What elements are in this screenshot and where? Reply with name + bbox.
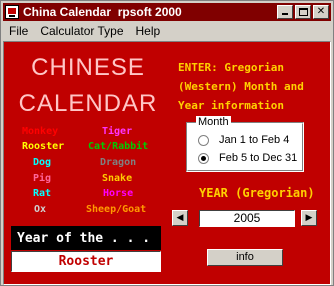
enter-instructions: ENTER: Gregorian (Western) Month and Yea… — [178, 61, 304, 112]
month-legend: Month — [196, 116, 231, 128]
menu-bar: File Calculator Type Help — [3, 22, 331, 40]
zodiac-result: Rooster — [11, 251, 161, 272]
prev-year-button[interactable]: ◀ — [172, 210, 188, 226]
menu-calculator-type[interactable]: Calculator Type — [34, 24, 129, 38]
window-controls: ✕ — [277, 5, 329, 19]
minimize-button[interactable] — [277, 5, 293, 19]
animal-rat: Rat — [33, 188, 52, 199]
animal-rooster: Rooster — [22, 141, 65, 152]
year-label: YEAR (Gregorian) — [199, 186, 315, 200]
animal-dog: Dog — [33, 157, 52, 168]
app-window: China Calendar rpsoft 2000 ✕ File Calcul… — [0, 0, 334, 286]
radio-button-jan-feb[interactable] — [198, 134, 209, 146]
menu-help[interactable]: Help — [130, 24, 167, 38]
year-of-label: Year of the . . . — [11, 226, 161, 250]
title-calendar: CALENDAR — [18, 90, 158, 117]
radio-button-feb-dec[interactable] — [198, 152, 209, 164]
radio-label-feb-dec: Feb 5 to Dec 31 — [219, 152, 298, 164]
chevron-right-icon: ▶ — [305, 213, 313, 223]
animal-sheep-goat: Sheep/Goat — [86, 204, 147, 215]
app-icon[interactable] — [5, 5, 19, 19]
close-button[interactable]: ✕ — [313, 5, 329, 19]
title-chinese: CHINESE — [31, 54, 145, 81]
animal-cat-rabbit: Cat/Rabbit — [88, 141, 149, 152]
chevron-left-icon: ◀ — [176, 213, 184, 223]
window-title: China Calendar rpsoft 2000 — [23, 5, 182, 19]
title-bar[interactable]: China Calendar rpsoft 2000 ✕ — [3, 3, 331, 21]
radio-label-jan-feb: Jan 1 to Feb 4 — [219, 134, 290, 146]
animal-pig: Pig — [33, 173, 52, 184]
month-group: Month Jan 1 to Feb 4 Feb 5 to Dec 31 — [186, 116, 304, 172]
close-icon: ✕ — [316, 6, 326, 17]
year-input[interactable]: 2005 — [199, 210, 295, 227]
animal-dragon: Dragon — [100, 157, 137, 168]
maximize-button[interactable] — [295, 5, 311, 19]
radio-jan-feb[interactable]: Jan 1 to Feb 4 — [198, 134, 289, 146]
menu-file[interactable]: File — [3, 24, 34, 38]
animal-horse: Horse — [103, 188, 134, 199]
radio-feb-dec[interactable]: Feb 5 to Dec 31 — [198, 152, 297, 164]
main-panel: CHINESE CALENDAR Monkey Tiger Rooster Ca… — [3, 41, 331, 285]
animal-monkey: Monkey — [22, 126, 59, 137]
next-year-button[interactable]: ▶ — [301, 210, 317, 226]
animal-snake: Snake — [102, 173, 133, 184]
animal-ox: Ox — [34, 204, 47, 215]
info-button[interactable]: info — [207, 249, 283, 266]
animal-tiger: Tiger — [102, 126, 133, 137]
